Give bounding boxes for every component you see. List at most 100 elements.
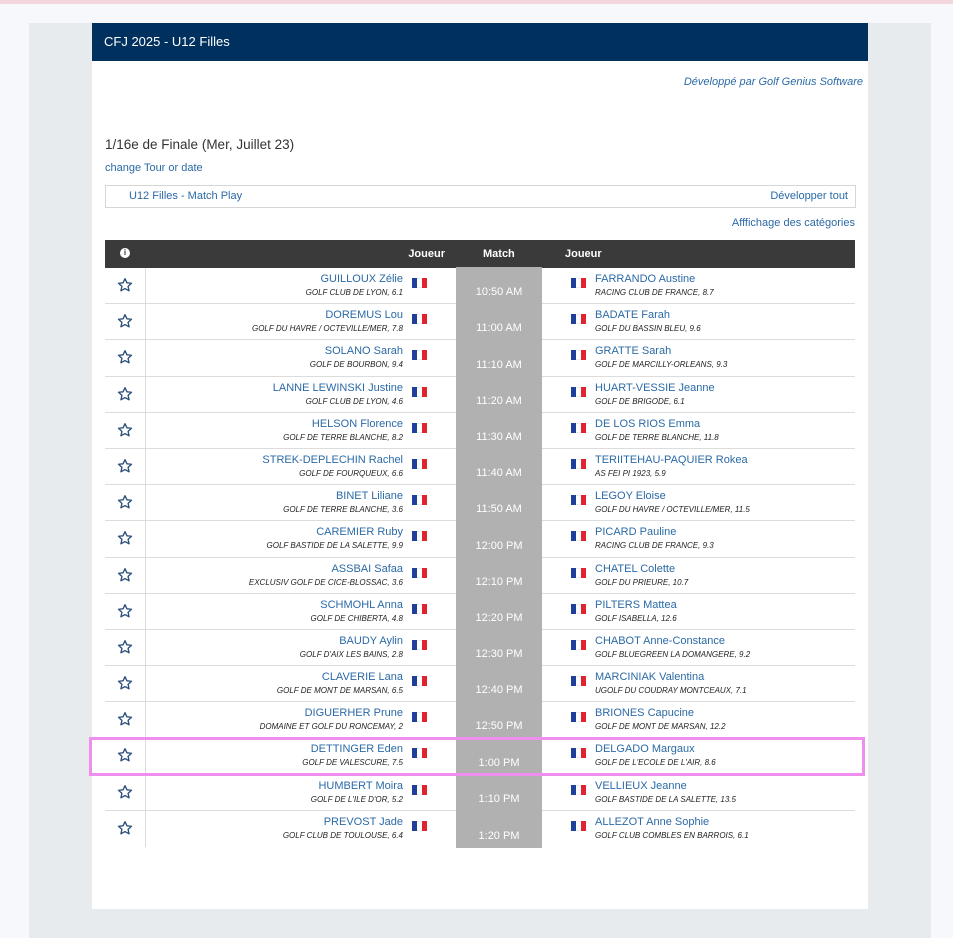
division-link[interactable]: U12 Filles - Match Play [129, 190, 242, 202]
match-table: GUILLOUX Zélie GOLF CLUB DE LYON, 6.1 10:5… [105, 267, 855, 848]
player2: BRIONES Capucine GOLF DE MONT DE MARSAN, … [595, 707, 726, 731]
info-icon[interactable]: i [120, 248, 130, 258]
player1: DIGUERHER Prune DOMAINE ET GOLF DU RONCEM… [260, 707, 403, 731]
star-icon[interactable] [117, 675, 133, 691]
france-flag-icon [412, 748, 427, 759]
france-flag-icon [571, 495, 586, 506]
player2-name[interactable]: LEGOY Eloise [595, 490, 750, 502]
player1-name[interactable]: DETTINGER Eden [302, 743, 403, 755]
player2-name[interactable]: FARRANDO Austine [595, 273, 714, 285]
player2-club: GOLF DE BRIGODE, 6.1 [595, 396, 685, 406]
player2-name[interactable]: ALLEZOT Anne Sophie [595, 816, 749, 828]
player2-name[interactable]: PILTERS Mattea [595, 599, 677, 611]
star-icon[interactable] [117, 784, 133, 800]
player1-club: GOLF DE BOURBON, 9.4 [309, 360, 403, 370]
player1-name[interactable]: HELSON Florence [283, 418, 403, 430]
france-flag-icon [412, 422, 427, 433]
match-time-cell: 12:00 PM [456, 520, 542, 558]
player2: HUART-VESSIE Jeanne GOLF DE BRIGODE, 6.1 [595, 382, 715, 406]
player2: MARCINIAK Valentina UGOLF DU COUDRAY MONT… [595, 671, 747, 695]
favorite-cell [105, 340, 146, 376]
player2-club: GOLF BLUEGREEN LA DOMANGERE, 9.2 [595, 649, 751, 659]
favorite-cell [105, 629, 146, 666]
star-icon[interactable] [117, 603, 133, 619]
player2-club: GOLF DU PRIEURE, 10.7 [595, 577, 689, 587]
player1-name[interactable]: CLAVERIE Lana [277, 671, 403, 683]
player1-name[interactable]: HUMBERT Moira [311, 780, 403, 792]
categories-link[interactable]: Afffichage des catégories [732, 217, 855, 229]
player1-club: GOLF DE L'ILE D'OR, 5.2 [310, 794, 403, 804]
france-flag-icon [571, 639, 586, 650]
player1-name[interactable]: DIGUERHER Prune [260, 707, 403, 719]
player1-name[interactable]: DOREMUS Lou [252, 309, 403, 321]
player2-name[interactable]: VELLIEUX Jeanne [595, 780, 736, 792]
expand-all-link[interactable]: Développer tout [770, 190, 848, 202]
player1-name[interactable]: GUILLOUX Zélie [306, 273, 403, 285]
favorite-cell [105, 304, 146, 340]
page-title: CFJ 2025 - U12 Filles [104, 34, 230, 49]
table-row: HUMBERT Moira GOLF DE L'ILE D'OR, 5.2 1:10… [105, 773, 855, 811]
star-icon[interactable] [117, 530, 133, 546]
table-row: SCHMOHL Anna GOLF DE CHIBERTA, 4.8 12:20 P… [105, 592, 855, 630]
player2: CHABOT Anne-Constance GOLF BLUEGREEN LA D… [595, 635, 750, 659]
star-icon[interactable] [117, 494, 133, 510]
player1-name[interactable]: BAUDY Aylin [300, 635, 403, 647]
star-icon[interactable] [117, 711, 133, 727]
star-icon[interactable] [117, 313, 133, 329]
player1-name[interactable]: SCHMOHL Anna [311, 599, 403, 611]
france-flag-icon [412, 712, 427, 723]
player1: SCHMOHL Anna GOLF DE CHIBERTA, 4.8 [311, 599, 403, 623]
france-flag-icon [412, 676, 427, 687]
player1-name[interactable]: SOLANO Sarah [310, 345, 403, 357]
france-flag-icon [412, 603, 427, 614]
player1-name[interactable]: PREVOST Jade [283, 816, 403, 828]
player2-name[interactable]: CHATEL Colette [595, 563, 688, 575]
player1: PREVOST Jade GOLF CLUB DE TOULOUSE, 6.4 [283, 816, 403, 840]
player2-name[interactable]: BRIONES Capucine [595, 707, 726, 719]
favorite-cell [105, 810, 146, 847]
player1: BINET Liliane GOLF DE TERRE BLANCHE, 3.6 [283, 490, 403, 514]
player2-name[interactable]: DE LOS RIOS Emma [595, 418, 719, 430]
player2-name[interactable]: CHABOT Anne-Constance [595, 635, 750, 647]
star-icon[interactable] [117, 277, 133, 293]
player2-name[interactable]: TERIITEHAU-PAQUIER Rokea [595, 454, 748, 466]
match-time-cell: 1:20 PM [456, 809, 542, 848]
star-icon[interactable] [117, 747, 133, 763]
player2: DELGADO Margaux GOLF DE L'ECOLE DE L'AIR,… [595, 743, 716, 767]
match-time-cell: 11:10 AM [456, 339, 542, 377]
match-time-cell: 10:50 AM [456, 267, 542, 305]
player1-name[interactable]: LANNE LEWINSKI Justine [273, 382, 403, 394]
star-icon[interactable] [117, 639, 133, 655]
player2-name[interactable]: PICARD Pauline [595, 526, 714, 538]
player2-name[interactable]: GRATTE Sarah [595, 345, 727, 357]
match-time: 12:00 PM [475, 539, 523, 552]
player1-name[interactable]: BINET Liliane [283, 490, 403, 502]
player1-name[interactable]: STREK-DEPLECHIN Rachel [262, 454, 403, 466]
star-icon[interactable] [117, 349, 133, 365]
star-icon[interactable] [117, 422, 133, 438]
france-flag-icon [571, 350, 586, 361]
player1-club: GOLF BASTIDE DE LA SALETTE, 9.9 [266, 541, 404, 551]
star-icon[interactable] [117, 567, 133, 583]
player1-name[interactable]: ASSBAI Safaa [249, 563, 403, 575]
player1-club: GOLF DE CHIBERTA, 4.8 [310, 613, 403, 623]
star-icon[interactable] [117, 820, 133, 836]
developer-link[interactable]: Développé par Golf Genius Software [684, 76, 863, 88]
player2-name[interactable]: MARCINIAK Valentina [595, 671, 747, 683]
player1-club: GOLF CLUB DE TOULOUSE, 6.4 [282, 830, 403, 840]
player2-name[interactable]: HUART-VESSIE Jeanne [595, 382, 715, 394]
player1-club: GOLF CLUB DE LYON, 4.6 [305, 396, 403, 406]
player2-name[interactable]: BADATE Farah [595, 309, 701, 321]
player1-name[interactable]: CAREMIER Ruby [267, 526, 403, 538]
change-tour-link[interactable]: change Tour or date [105, 162, 203, 174]
match-time: 12:20 PM [475, 611, 523, 624]
star-icon[interactable] [117, 458, 133, 474]
match-time-cell: 12:20 PM [456, 592, 542, 630]
player2-name[interactable]: DELGADO Margaux [595, 743, 716, 755]
player2: ALLEZOT Anne Sophie GOLF CLUB COMBLES EN … [595, 816, 749, 840]
player1: HUMBERT Moira GOLF DE L'ILE D'OR, 5.2 [311, 780, 403, 804]
france-flag-icon [571, 820, 586, 831]
player1: CAREMIER Ruby GOLF BASTIDE DE LA SALETTE,… [267, 526, 404, 550]
match-time: 12:30 PM [475, 648, 523, 661]
star-icon[interactable] [117, 386, 133, 402]
